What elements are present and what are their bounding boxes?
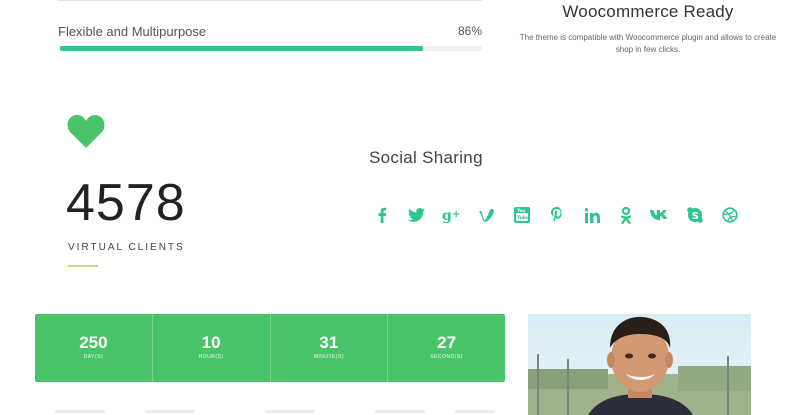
countdown-seconds: 27 SECOND(S): [387, 314, 505, 382]
facebook-icon[interactable]: [370, 204, 394, 226]
progress-track: [60, 46, 482, 51]
feature-title: Woocommerce Ready: [562, 2, 734, 21]
person-photo: [528, 314, 751, 415]
odnoklassniki-icon[interactable]: [614, 204, 638, 226]
counter-underline: [68, 265, 98, 267]
countdown-days: 250 DAY(S): [35, 314, 152, 382]
twitter-icon[interactable]: [404, 204, 428, 226]
youtube-icon[interactable]: You Tube: [510, 204, 534, 226]
progress-fill: [60, 46, 423, 51]
svg-text:g: g: [442, 208, 452, 223]
partial-content-strip: [55, 410, 495, 413]
countdown-value: 10: [201, 333, 221, 352]
social-title: Social Sharing: [369, 148, 483, 167]
skype-icon[interactable]: S: [683, 204, 707, 226]
dribbble-icon[interactable]: [718, 204, 742, 226]
countdown-unit: SECOND(S): [430, 354, 463, 360]
countdown-value: 31: [319, 333, 339, 352]
progress-label: Flexible and Multipurpose: [58, 24, 207, 39]
vk-icon[interactable]: [648, 204, 672, 226]
svg-text:Tube: Tube: [517, 215, 529, 221]
progress-value: 86%: [457, 24, 482, 38]
divider: [58, 0, 482, 1]
vimeo-icon[interactable]: [475, 204, 499, 226]
pinterest-icon[interactable]: [545, 204, 569, 226]
svg-text:+: +: [452, 209, 460, 220]
countdown-minutes: 31 MINUTE(S): [269, 314, 388, 382]
countdown-value: 250: [79, 333, 108, 352]
countdown-hours: 10 HOUR(S): [151, 314, 270, 382]
countdown-unit: MINUTE(S): [313, 354, 345, 360]
countdown-unit: HOUR(S): [198, 354, 224, 360]
feature-description: The theme is compatible with Woocommerce…: [519, 33, 777, 54]
countdown-timer: 250 DAY(S) 10 HOUR(S) 31 MINUTE(S) 27 SE…: [35, 314, 505, 382]
linkedin-icon[interactable]: [580, 204, 604, 226]
svg-text:S: S: [692, 211, 699, 222]
heart-icon: [67, 115, 105, 148]
svg-text:You: You: [516, 208, 525, 213]
counter-label: VIRTUAL CLIENTS: [68, 242, 185, 253]
countdown-unit: DAY(S): [83, 354, 104, 360]
google-plus-icon[interactable]: g +: [440, 204, 464, 226]
counter-number: 4578: [66, 174, 186, 232]
countdown-value: 27: [437, 333, 457, 352]
